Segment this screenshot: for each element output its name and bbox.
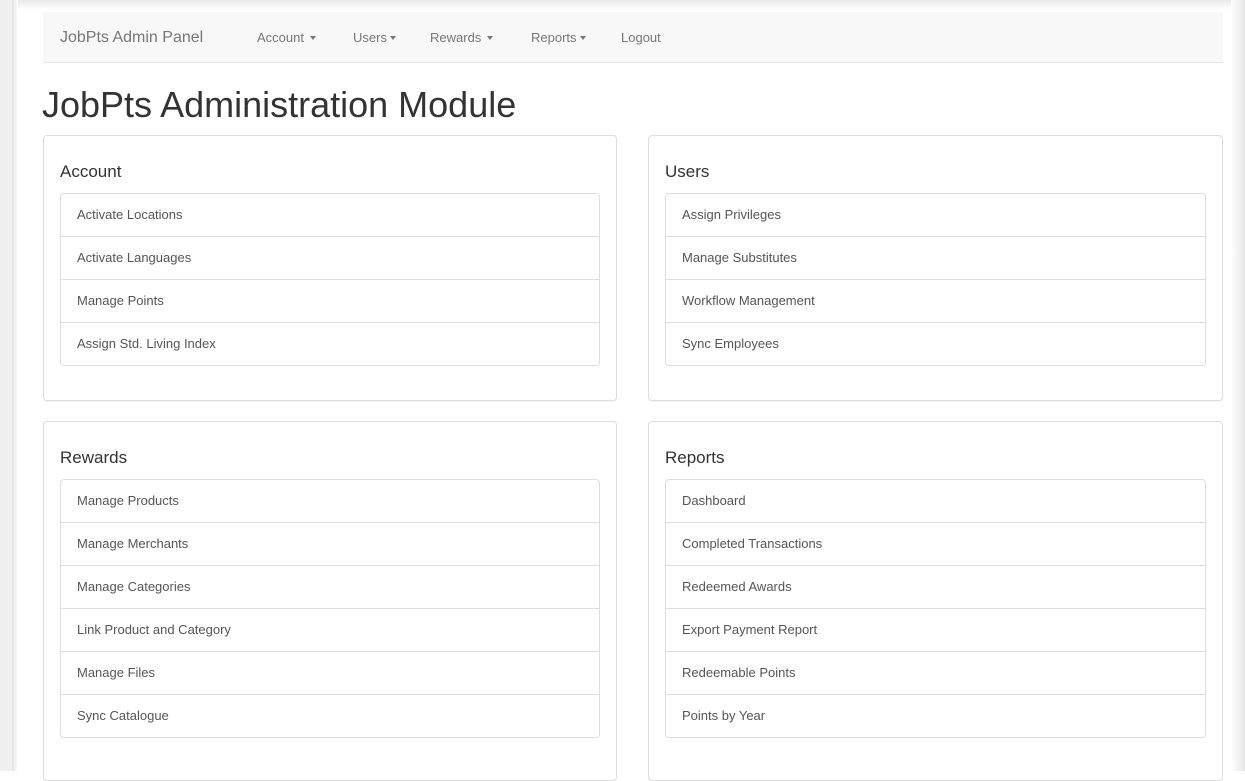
reports-panel-title: Reports — [665, 448, 725, 467]
window-right-border — [1231, 0, 1245, 771]
window-top-shadow — [0, 0, 1245, 10]
link-manage-merchants[interactable]: Manage Merchants — [61, 522, 599, 565]
users-links-list: Assign Privileges Manage Substitutes Wor… — [665, 193, 1206, 366]
link-redeemable-points[interactable]: Redeemable Points — [666, 651, 1205, 694]
nav-logout-link[interactable]: Logout — [621, 30, 661, 45]
link-points-by-year[interactable]: Points by Year — [666, 694, 1205, 737]
reports-links-list: Dashboard Completed Transactions Redeeme… — [665, 479, 1206, 738]
nav-users-label: Users — [353, 30, 387, 45]
nav-users-dropdown[interactable]: Users — [353, 30, 396, 45]
link-dashboard[interactable]: Dashboard — [666, 480, 1205, 522]
link-completed-transactions[interactable]: Completed Transactions — [666, 522, 1205, 565]
page-title: JobPts Administration Module — [42, 84, 517, 125]
chevron-down-icon — [389, 36, 396, 40]
users-panel-title: Users — [665, 162, 710, 181]
link-sync-catalogue[interactable]: Sync Catalogue — [61, 694, 599, 737]
top-navbar: JobPts Admin Panel Account Users Rewards… — [43, 12, 1223, 63]
account-panel-title: Account — [60, 162, 122, 181]
link-sync-employees[interactable]: Sync Employees — [666, 322, 1205, 365]
link-workflow-management[interactable]: Workflow Management — [666, 279, 1205, 322]
link-manage-points[interactable]: Manage Points — [61, 279, 599, 322]
nav-reports-dropdown[interactable]: Reports — [531, 30, 586, 45]
navbar-brand[interactable]: JobPts Admin Panel — [60, 29, 203, 47]
chevron-down-icon — [579, 36, 586, 40]
nav-reports-label: Reports — [531, 30, 577, 45]
account-panel: Account Activate Locations Activate Lang… — [43, 135, 617, 401]
link-export-payment-report[interactable]: Export Payment Report — [666, 608, 1205, 651]
link-redeemed-awards[interactable]: Redeemed Awards — [666, 565, 1205, 608]
chevron-down-icon — [309, 36, 316, 40]
nav-account-label: Account — [257, 30, 304, 45]
link-manage-categories[interactable]: Manage Categories — [61, 565, 599, 608]
nav-account-dropdown[interactable]: Account — [257, 30, 316, 45]
rewards-links-list: Manage Products Manage Merchants Manage … — [60, 479, 600, 738]
window-left-border — [0, 0, 12, 771]
window-left-shadow — [12, 0, 18, 771]
reports-panel: Reports Dashboard Completed Transactions… — [648, 421, 1223, 781]
account-links-list: Activate Locations Activate Languages Ma… — [60, 193, 600, 366]
nav-rewards-label: Rewards — [430, 30, 482, 45]
link-activate-languages[interactable]: Activate Languages — [61, 236, 599, 279]
chevron-down-icon — [487, 36, 494, 40]
link-manage-products[interactable]: Manage Products — [61, 480, 599, 522]
users-panel: Users Assign Privileges Manage Substitut… — [648, 135, 1223, 401]
link-product-and-category[interactable]: Link Product and Category — [61, 608, 599, 651]
rewards-panel: Rewards Manage Products Manage Merchants… — [43, 421, 617, 781]
link-assign-std-living-index[interactable]: Assign Std. Living Index — [61, 322, 599, 365]
link-manage-substitutes[interactable]: Manage Substitutes — [666, 236, 1205, 279]
link-manage-files[interactable]: Manage Files — [61, 651, 599, 694]
rewards-panel-title: Rewards — [60, 448, 128, 467]
nav-rewards-dropdown[interactable]: Rewards — [430, 30, 494, 45]
link-activate-locations[interactable]: Activate Locations — [61, 194, 599, 236]
link-assign-privileges[interactable]: Assign Privileges — [666, 194, 1205, 236]
